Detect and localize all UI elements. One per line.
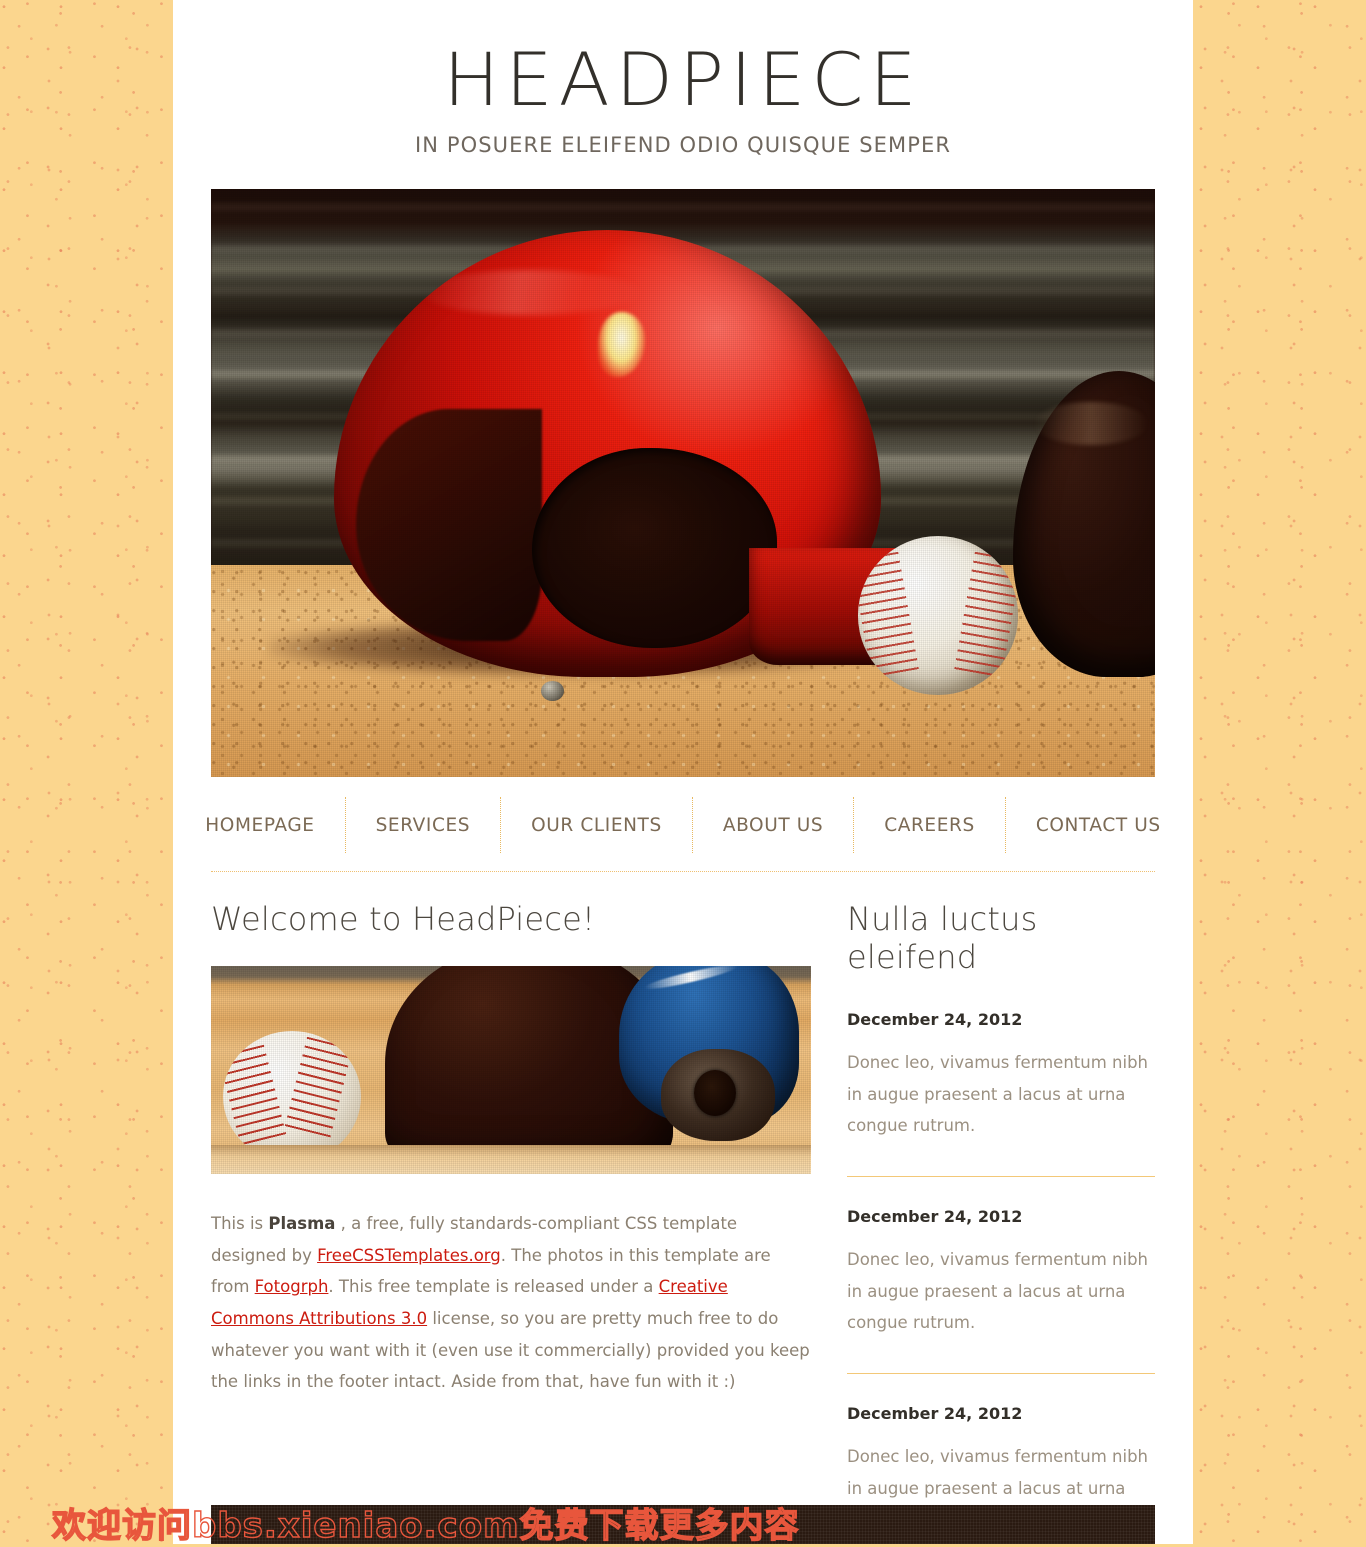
post-text-1: This is <box>211 1214 269 1233</box>
sidebar-entry-date: December 24, 2012 <box>847 1404 1023 1424</box>
red-helmet-ear-flap <box>531 447 778 648</box>
link-freecsstemplates[interactable]: FreeCSSTemplates.org <box>317 1246 501 1265</box>
page-title: Welcome to HeadPiece! <box>211 900 595 938</box>
post-image-baseball-stitching-right <box>284 1036 353 1140</box>
sidebar-separator <box>847 1373 1155 1375</box>
post-strong-plasma: Plasma <box>268 1214 336 1233</box>
post-image-ear-hole <box>694 1070 736 1116</box>
sidebar-entry-date: December 24, 2012 <box>847 1010 1023 1029</box>
sidebar-entry-text: Donec leo, vivamus fermentum nibh in aug… <box>847 1250 1148 1333</box>
site-tagline: IN POSUERE ELEIFEND ODIO QUISQUE SEMPER <box>414 133 952 157</box>
sidebar-entry: December 24, 2012 Donec leo, vivamus fer… <box>847 1010 1155 1142</box>
baseball <box>857 535 1019 695</box>
sidebar-separator <box>847 1176 1155 1178</box>
post-image-ground <box>211 1144 811 1174</box>
post-body: This is Plasma , a free, fully standards… <box>211 1208 811 1398</box>
sidebar-entry-text: Donec leo, vivamus fermentum nibh in aug… <box>847 1053 1148 1136</box>
nav-item-careers[interactable]: CAREERS <box>854 797 1006 853</box>
site-masthead: HEADPIECE IN POSUERE ELEIFEND ODIO QUISQ… <box>173 0 1193 157</box>
post-image-baseball <box>223 1030 361 1162</box>
watermark-text: 欢迎访问bbs.xieniao.com免费下载更多内容 <box>51 1505 800 1546</box>
site-title: HEADPIECE <box>443 38 923 123</box>
post-image <box>211 966 811 1174</box>
main-navigation[interactable]: HOMEPAGE SERVICES OUR CLIENTS ABOUT US C… <box>205 797 1160 853</box>
red-helmet-screw <box>541 680 565 701</box>
nav-item-services[interactable]: SERVICES <box>346 797 502 853</box>
page-container: HEADPIECE IN POSUERE ELEIFEND ODIO QUISQ… <box>173 0 1193 1544</box>
post-text-4: . This free template is released under a <box>328 1277 659 1297</box>
sidebar: Nulla luctus eleifend December 24, 2012 … <box>847 900 1155 1536</box>
sidebar-entry: December 24, 2012 Donec leo, vivamus fer… <box>847 1207 1155 1339</box>
nav-item-homepage[interactable]: HOMEPAGE <box>175 797 346 853</box>
link-fotogrph[interactable]: Fotogrph <box>255 1277 329 1296</box>
dark-helmet-sheen <box>1034 401 1149 445</box>
nav-divider <box>211 871 1155 872</box>
red-helmet-sheen <box>421 270 641 316</box>
hero-image <box>211 189 1155 777</box>
content-area: Welcome to HeadPiece! This is Plasma , a… <box>211 900 1155 1536</box>
sidebar-entry-date: December 24, 2012 <box>847 1207 1023 1227</box>
nav-item-our-clients[interactable]: OUR CLIENTS <box>501 797 693 853</box>
nav-item-contact-us[interactable]: CONTACT US <box>1006 797 1191 853</box>
main-column: Welcome to HeadPiece! This is Plasma , a… <box>211 900 811 1536</box>
sidebar-heading: Nulla luctus eleifend <box>847 900 1038 976</box>
nav-item-about-us[interactable]: ABOUT US <box>693 797 855 853</box>
